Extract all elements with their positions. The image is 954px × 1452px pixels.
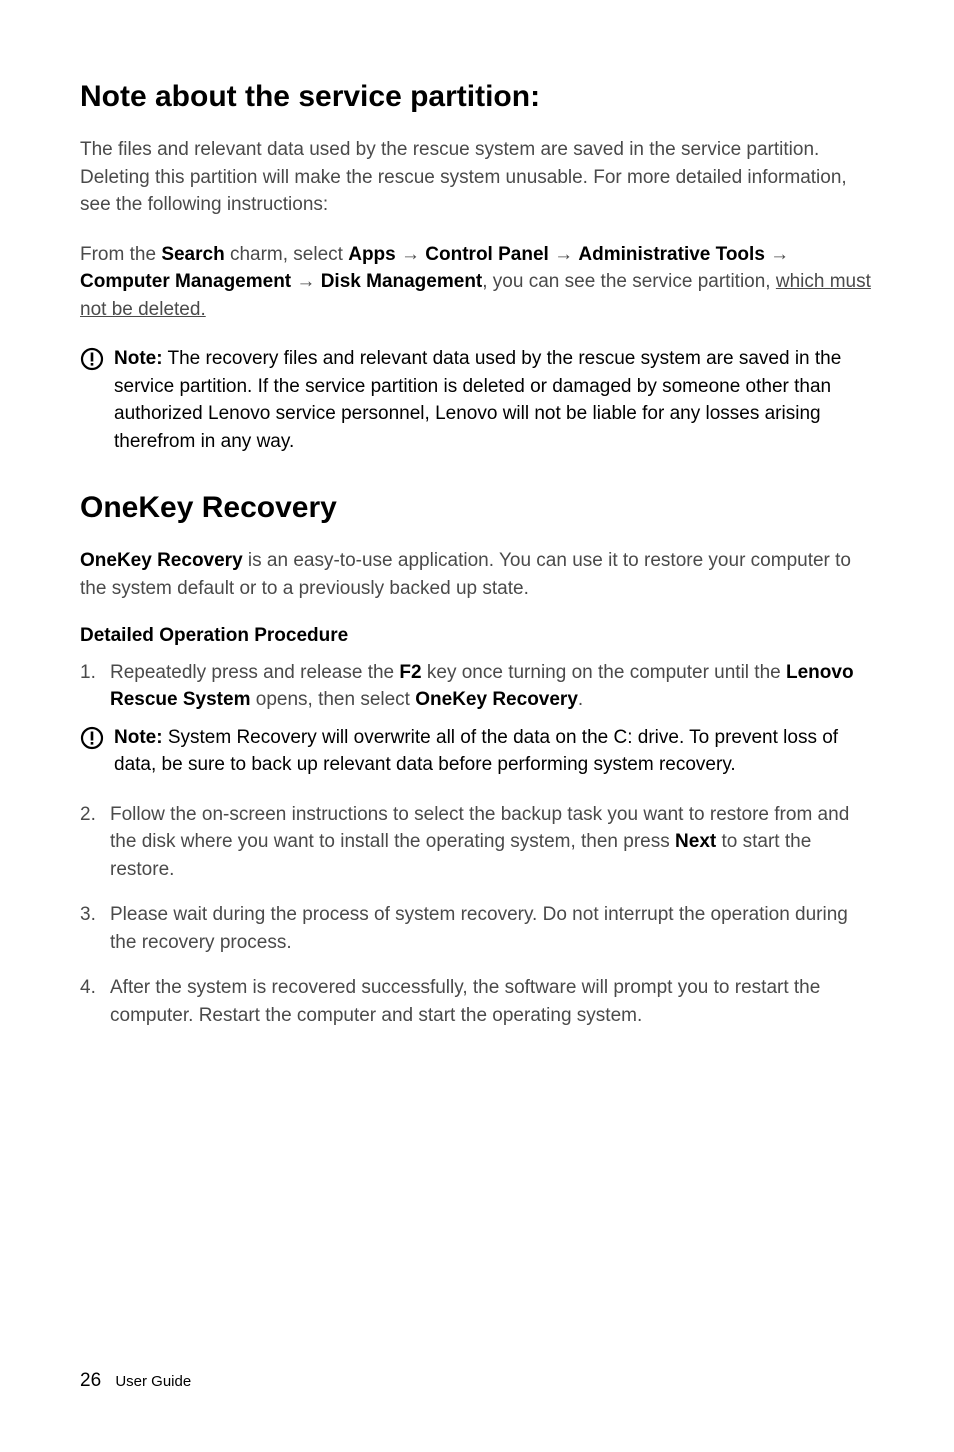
text: From the xyxy=(80,244,161,265)
f2-key-label: F2 xyxy=(399,662,421,683)
text: Repeatedly press and release the xyxy=(110,662,399,683)
arrow: → xyxy=(291,271,321,292)
note-label: Note: xyxy=(114,727,163,748)
next-label: Next xyxy=(675,831,716,852)
footer-label: User Guide xyxy=(115,1373,191,1390)
subheading-procedure: Detailed Operation Procedure xyxy=(80,625,874,647)
paragraph-path: From the Search charm, select Apps → Con… xyxy=(80,241,874,324)
text: charm, select xyxy=(225,244,349,265)
apps-label: Apps xyxy=(348,244,396,265)
onekey-recovery-select-label: OneKey Recovery xyxy=(415,689,578,710)
text: key once turning on the computer until t… xyxy=(422,662,786,683)
paragraph-onekey: OneKey Recovery is an easy-to-use applic… xyxy=(80,547,874,602)
onekey-recovery-label: OneKey Recovery xyxy=(80,550,243,571)
note-body: System Recovery will overwrite all of th… xyxy=(114,727,838,776)
list-item: Please wait during the process of system… xyxy=(80,901,874,956)
arrow: → xyxy=(549,244,579,265)
note-block-1: Note: The recovery files and relevant da… xyxy=(80,345,874,455)
arrow: → xyxy=(765,244,789,265)
text: opens, then select xyxy=(250,689,415,710)
note-body: The recovery files and relevant data use… xyxy=(114,348,841,452)
disk-management-label: Disk Management xyxy=(321,271,483,292)
warning-icon xyxy=(80,726,104,755)
page-footer: 26 User Guide xyxy=(80,1370,191,1392)
text: . xyxy=(578,689,583,710)
page-number: 26 xyxy=(80,1370,101,1391)
note-text: Note: The recovery files and relevant da… xyxy=(114,345,874,455)
note-block-2: Note: System Recovery will overwrite all… xyxy=(80,724,874,779)
heading-onekey-recovery: OneKey Recovery xyxy=(80,491,874,525)
procedure-list-cont: Follow the on-screen instructions to sel… xyxy=(80,801,874,1030)
procedure-list: Repeatedly press and release the F2 key … xyxy=(80,659,874,714)
list-item: Repeatedly press and release the F2 key … xyxy=(80,659,874,714)
control-panel-label: Control Panel xyxy=(425,244,549,265)
arrow: → xyxy=(396,244,426,265)
admin-tools-label: Administrative Tools xyxy=(578,244,765,265)
list-item: After the system is recovered successful… xyxy=(80,974,874,1029)
computer-management-label: Computer Management xyxy=(80,271,291,292)
note-text: Note: System Recovery will overwrite all… xyxy=(114,724,874,779)
note-label: Note: xyxy=(114,348,163,369)
text: , you can see the service partition, xyxy=(482,271,776,292)
warning-icon xyxy=(80,347,104,376)
search-label: Search xyxy=(161,244,224,265)
paragraph-intro: The files and relevant data used by the … xyxy=(80,136,874,219)
heading-service-partition: Note about the service partition: xyxy=(80,80,874,114)
list-item: Follow the on-screen instructions to sel… xyxy=(80,801,874,884)
